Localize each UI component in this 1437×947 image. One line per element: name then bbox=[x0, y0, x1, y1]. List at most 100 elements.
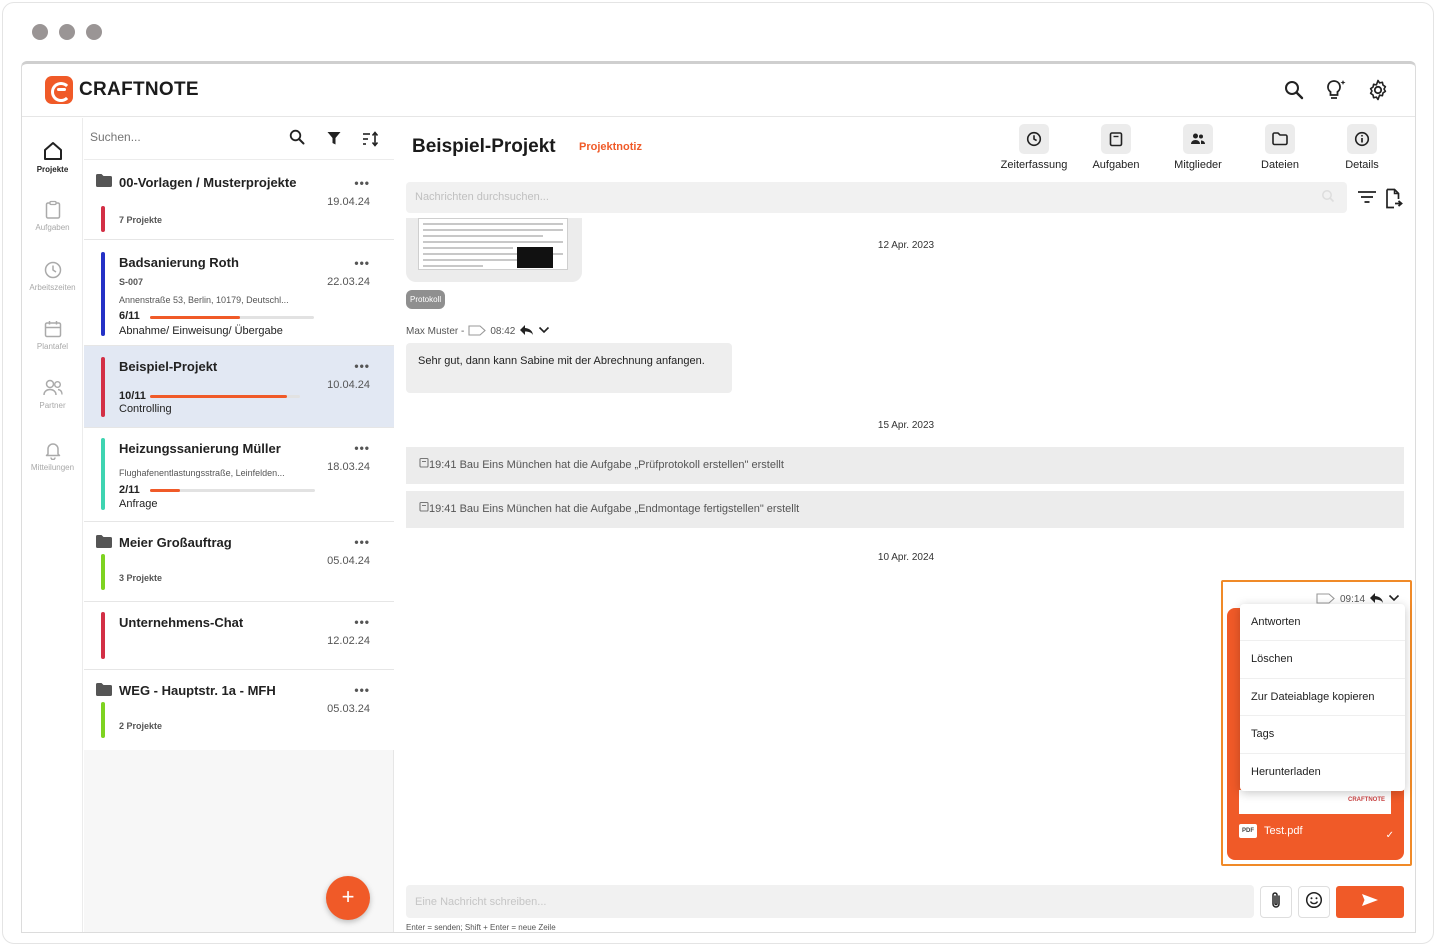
emoji-button[interactable] bbox=[1298, 886, 1330, 918]
tab-label: Dateien bbox=[1261, 159, 1299, 171]
minimize-dot[interactable] bbox=[59, 24, 75, 40]
message-feed[interactable]: 12 Apr. 2023 Protokoll Max Muster - 08:4… bbox=[395, 218, 1415, 878]
chevron-down-icon[interactable] bbox=[538, 326, 550, 337]
send-button[interactable] bbox=[1336, 886, 1404, 918]
tab-details[interactable]: Details bbox=[1321, 124, 1403, 171]
menu-item-loeschen[interactable]: Löschen bbox=[1240, 641, 1405, 679]
more-icon[interactable]: ••• bbox=[354, 441, 370, 455]
gear-icon[interactable] bbox=[1365, 77, 1391, 103]
search-icon[interactable] bbox=[289, 129, 305, 150]
mini-logo: CRAFTNOTE bbox=[1348, 797, 1385, 803]
project-title: Meier Großauftrag bbox=[119, 535, 232, 550]
message-search-placeholder: Nachrichten durchsuchen... bbox=[415, 191, 549, 203]
project-date: 22.03.24 bbox=[327, 276, 370, 288]
system-message: 19:41 Bau Eins München hat die Aufgabe „… bbox=[406, 491, 1404, 528]
tag-chip[interactable]: Protokoll bbox=[406, 290, 446, 309]
rail-item-partner[interactable]: Partner bbox=[22, 378, 83, 410]
message-bubble[interactable]: Sehr gut, dann kann Sabine mit der Abrec… bbox=[406, 343, 732, 393]
reply-icon[interactable] bbox=[519, 324, 534, 339]
nav-rail: Projekte Aufgaben Arbeitszeiten Plantafe… bbox=[22, 118, 83, 932]
project-color-bar bbox=[101, 357, 105, 417]
file-attachment[interactable]: PDF Test.pdf bbox=[1239, 824, 1303, 838]
menu-item-herunterladen[interactable]: Herunterladen bbox=[1240, 754, 1405, 791]
search-icon[interactable] bbox=[1281, 77, 1307, 103]
tag-icon[interactable] bbox=[468, 324, 487, 339]
project-address: Flughafenentlastungsstraße, Leinfelden..… bbox=[119, 468, 285, 478]
progress-fill bbox=[150, 316, 241, 319]
rail-item-plantafel[interactable]: Plantafel bbox=[22, 319, 83, 351]
rail-item-aufgaben[interactable]: Aufgaben bbox=[22, 200, 83, 232]
search-icon bbox=[1321, 189, 1335, 208]
project-item-unternehmens-chat[interactable]: Unternehmens-Chat ••• 12.02.24 bbox=[84, 602, 394, 670]
more-icon[interactable]: ••• bbox=[354, 256, 370, 270]
project-search-input[interactable] bbox=[90, 130, 280, 144]
project-color-bar bbox=[101, 702, 105, 738]
more-icon[interactable]: ••• bbox=[354, 683, 370, 697]
rail-item-mitteilungen[interactable]: Mitteilungen bbox=[22, 440, 83, 472]
send-icon bbox=[1361, 893, 1379, 912]
page-title: Beispiel-Projekt bbox=[412, 136, 556, 157]
people-icon bbox=[22, 378, 83, 398]
project-item-vorlagen[interactable]: 00-Vorlagen / Musterprojekte ••• 19.04.2… bbox=[84, 160, 394, 240]
project-item-meier[interactable]: Meier Großauftrag ••• 05.04.24 3 Projekt… bbox=[84, 522, 394, 602]
bell-icon bbox=[22, 440, 83, 460]
maximize-dot[interactable] bbox=[86, 24, 102, 40]
more-icon[interactable]: ••• bbox=[354, 615, 370, 629]
project-item-weg[interactable]: WEG - Hauptstr. 1a - MFH ••• 05.03.24 2 … bbox=[84, 670, 394, 750]
sort-icon[interactable] bbox=[362, 131, 380, 152]
message-input[interactable]: Eine Nachricht schreiben... bbox=[406, 885, 1254, 918]
project-color-bar bbox=[101, 612, 105, 659]
pdf-icon: PDF bbox=[1239, 824, 1257, 838]
rail-label: Mitteilungen bbox=[30, 463, 75, 472]
menu-item-tags[interactable]: Tags bbox=[1240, 716, 1405, 754]
progress-bar bbox=[150, 489, 315, 492]
project-color-bar bbox=[101, 206, 105, 232]
project-number: S-007 bbox=[119, 277, 144, 287]
menu-item-dateiablage[interactable]: Zur Dateiablage kopieren bbox=[1240, 679, 1405, 717]
project-date: 05.04.24 bbox=[327, 555, 370, 567]
rail-label: Plantafel bbox=[36, 342, 69, 351]
message-search-input[interactable]: Nachrichten durchsuchen... bbox=[406, 182, 1347, 213]
project-color-bar bbox=[101, 438, 105, 510]
logo[interactable]: CRAFTNOTE bbox=[45, 76, 199, 104]
project-item-heizungssanierung[interactable]: Heizungssanierung Müller ••• 18.03.24 Fl… bbox=[84, 428, 394, 522]
folder-icon bbox=[96, 683, 112, 701]
project-item-badsanierung[interactable]: Badsanierung Roth ••• 22.03.24 S-007 Ann… bbox=[84, 240, 394, 346]
more-icon[interactable]: ••• bbox=[354, 176, 370, 190]
rail-item-arbeitszeiten[interactable]: Arbeitszeiten bbox=[22, 260, 83, 292]
tab-zeiterfassung[interactable]: Zeiterfassung bbox=[993, 124, 1075, 171]
attach-button[interactable] bbox=[1260, 886, 1292, 918]
filter-lines-icon[interactable] bbox=[1357, 189, 1377, 210]
add-project-button[interactable]: + bbox=[326, 876, 370, 920]
info-icon bbox=[1347, 124, 1377, 154]
menu-item-antworten[interactable]: Antworten bbox=[1240, 604, 1405, 642]
paperclip-icon bbox=[1270, 891, 1282, 914]
tab-mitglieder[interactable]: Mitglieder bbox=[1157, 124, 1239, 171]
calendar-icon bbox=[22, 319, 83, 339]
more-icon[interactable]: ••• bbox=[354, 535, 370, 549]
project-item-beispiel[interactable]: Beispiel-Projekt ••• 10.04.24 10/11 Cont… bbox=[84, 346, 394, 428]
export-file-icon[interactable] bbox=[1384, 188, 1404, 215]
people-icon bbox=[1183, 124, 1213, 154]
project-search-bar bbox=[84, 118, 394, 160]
smiley-icon bbox=[1305, 891, 1323, 914]
project-title: Beispiel-Projekt bbox=[119, 359, 218, 374]
clock-icon bbox=[22, 260, 83, 280]
close-dot[interactable] bbox=[32, 24, 48, 40]
project-address: Annenstraße 53, Berlin, 10179, Deutschl.… bbox=[119, 295, 289, 305]
rail-item-projekte[interactable]: Projekte bbox=[22, 140, 83, 174]
file-preview: CRAFTNOTE bbox=[1239, 790, 1391, 814]
tab-dateien[interactable]: Dateien bbox=[1239, 124, 1321, 171]
filter-icon[interactable] bbox=[327, 131, 341, 151]
project-progress-label: 10/11 bbox=[119, 390, 146, 402]
rail-label: Projekte bbox=[36, 165, 69, 174]
tab-aufgaben[interactable]: Aufgaben bbox=[1075, 124, 1157, 171]
more-icon[interactable]: ••• bbox=[354, 359, 370, 373]
top-bar: CRAFTNOTE bbox=[22, 64, 1415, 117]
lightbulb-icon[interactable] bbox=[1323, 77, 1349, 103]
progress-fill bbox=[150, 489, 180, 492]
project-progress-label: 6/11 bbox=[119, 310, 140, 322]
system-message-text: 19:41 Bau Eins München hat die Aufgabe „… bbox=[429, 503, 800, 515]
progress-bar bbox=[150, 395, 300, 398]
app-window: CRAFTNOTE Projekte Aufgaben Arbeitszeite… bbox=[21, 61, 1416, 933]
